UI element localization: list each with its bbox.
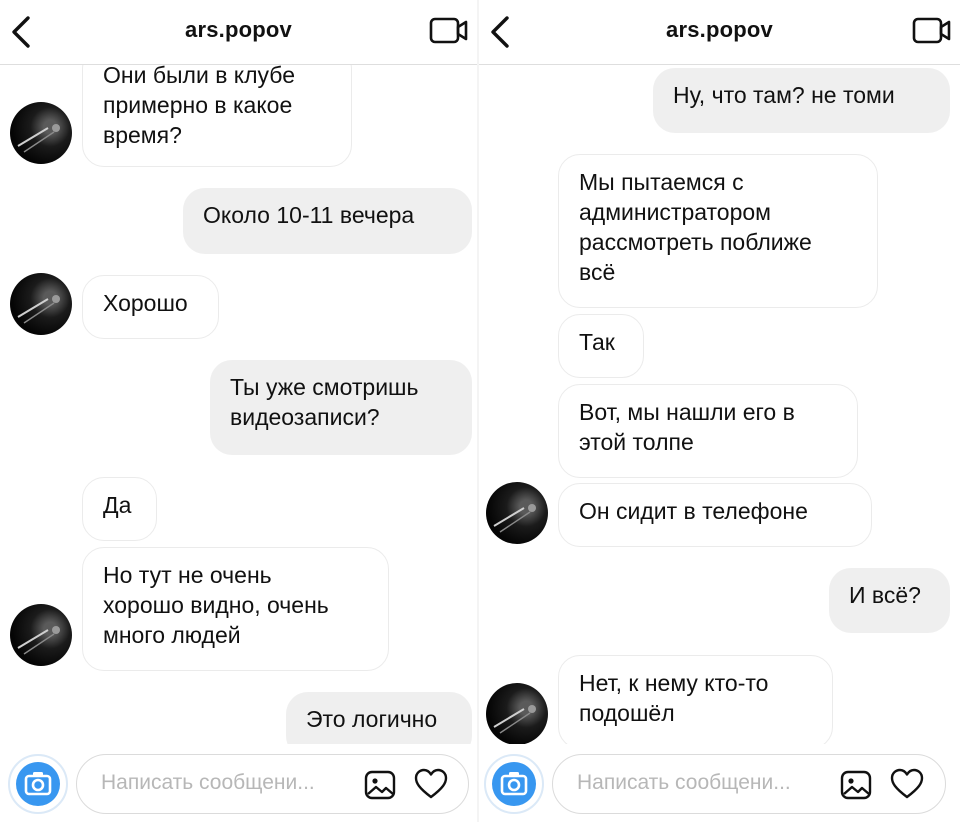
- chat-title[interactable]: ars.popov: [479, 17, 960, 43]
- message-incoming[interactable]: Но тут не очень хорошо видно, очень мног…: [82, 547, 389, 671]
- heart-icon: [414, 768, 448, 799]
- camera-button-fill: [16, 762, 60, 806]
- camera-icon: [500, 772, 528, 796]
- avatar[interactable]: [10, 604, 72, 666]
- video-camera-icon: [912, 17, 951, 44]
- video-call-button[interactable]: [429, 16, 469, 46]
- message-incoming[interactable]: Вот, мы нашли его в этой толпе: [558, 384, 858, 478]
- message-outgoing[interactable]: И всё?: [829, 568, 950, 633]
- camera-icon: [24, 772, 52, 796]
- like-button[interactable]: [889, 767, 925, 801]
- message-incoming[interactable]: Так: [558, 314, 644, 378]
- message-incoming[interactable]: Хорошо: [82, 275, 219, 339]
- gallery-icon: [364, 770, 396, 800]
- message-incoming[interactable]: Он сидит в телефоне: [558, 483, 872, 547]
- message-outgoing[interactable]: Около 10-11 вечера: [183, 188, 472, 254]
- message-incoming[interactable]: Да: [82, 477, 157, 541]
- camera-button[interactable]: [8, 754, 68, 814]
- message-outgoing[interactable]: Это логично: [286, 692, 472, 744]
- heart-icon: [890, 768, 924, 799]
- avatar[interactable]: [10, 102, 72, 164]
- camera-button-fill: [492, 762, 536, 806]
- like-button[interactable]: [413, 767, 449, 801]
- gallery-button[interactable]: [363, 768, 397, 802]
- chat-title[interactable]: ars.popov: [0, 17, 477, 43]
- message-input[interactable]: Написать сообщени...: [76, 754, 469, 814]
- message-incoming[interactable]: Мы пытаемся с администратором рассмотрет…: [558, 154, 878, 308]
- video-call-button[interactable]: [912, 16, 952, 46]
- message-incoming[interactable]: Они были в клубе примерно в какое время?: [82, 65, 352, 167]
- chat-screen-left: ars.popov Они были в клубе примерно в ка…: [0, 0, 479, 822]
- message-outgoing[interactable]: Ну, что там? не томи: [653, 68, 950, 133]
- avatar[interactable]: [10, 273, 72, 335]
- message-incoming[interactable]: Нет, к нему кто-то подошёл: [558, 655, 833, 744]
- message-input-placeholder[interactable]: Написать сообщени...: [577, 771, 827, 795]
- message-input-placeholder[interactable]: Написать сообщени...: [101, 771, 351, 795]
- avatar[interactable]: [486, 482, 548, 544]
- message-list[interactable]: Они были в клубе примерно в какое время?…: [0, 65, 477, 744]
- camera-button[interactable]: [484, 754, 544, 814]
- message-list[interactable]: Ну, что там? не томи Мы пытаемся с админ…: [479, 65, 960, 744]
- gallery-icon: [840, 770, 872, 800]
- chat-header: ars.popov: [479, 0, 960, 65]
- video-camera-icon: [429, 17, 468, 44]
- message-composer: Написать сообщени...: [479, 744, 960, 822]
- gallery-button[interactable]: [839, 768, 873, 802]
- avatar[interactable]: [486, 683, 548, 744]
- chat-screen-right: ars.popov Ну, что там? не томи Мы пытаем…: [479, 0, 960, 822]
- chat-header: ars.popov: [0, 0, 477, 65]
- message-outgoing[interactable]: Ты уже смотришь видеозаписи?: [210, 360, 472, 455]
- message-input[interactable]: Написать сообщени...: [552, 754, 946, 814]
- message-composer: Написать сообщени...: [0, 744, 477, 822]
